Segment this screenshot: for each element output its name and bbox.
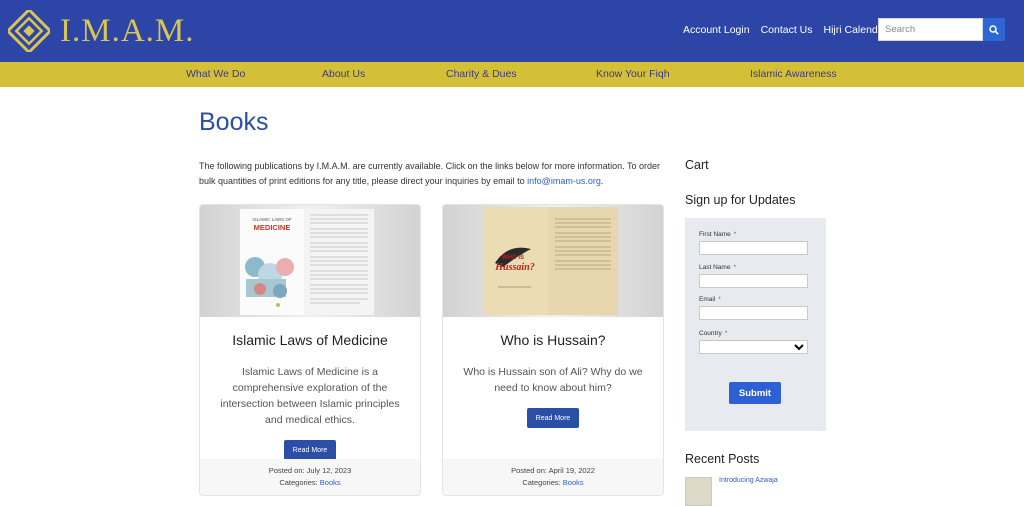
recent-post-link[interactable]: Introducing Azwaja	[719, 477, 778, 484]
book-mockup: WHO IS Hussain?	[443, 205, 663, 317]
required-mark: *	[733, 231, 737, 238]
book-card: ISLAMIC LAWS OF MEDICINE Islamic Laws of…	[199, 204, 421, 496]
main-nav: What We Do About Us Charity & Dues Know …	[0, 62, 1024, 87]
first-name-field[interactable]	[699, 241, 808, 255]
search-input[interactable]	[878, 18, 983, 41]
required-mark: *	[718, 296, 721, 303]
submit-button[interactable]: Submit	[729, 382, 781, 404]
email-label-text: Email	[699, 296, 716, 303]
book-title[interactable]: Islamic Laws of Medicine	[200, 332, 420, 348]
cart-heading[interactable]: Cart	[685, 158, 709, 172]
logo-icon	[8, 10, 50, 52]
read-more-button[interactable]: Read More	[284, 440, 336, 460]
nav-islamic-awareness[interactable]: Islamic Awareness	[750, 68, 837, 80]
category-link[interactable]: Books	[320, 478, 341, 487]
contact-us-link[interactable]: Contact Us	[761, 24, 813, 36]
book-description: Who is Hussain son of Ali? Why do we nee…	[463, 366, 643, 394]
nav-know-your-fiqh[interactable]: Know Your Fiqh	[596, 68, 670, 80]
first-name-label-text: First Name	[699, 231, 731, 238]
intro-end: .	[600, 175, 604, 186]
category-link[interactable]: Books	[563, 478, 584, 487]
cover-subtitle: ISLAMIC LAWS OF	[252, 217, 292, 222]
posted-date: Posted on: July 12, 2023	[268, 466, 352, 475]
required-mark: *	[733, 264, 736, 271]
last-name-label-text: Last Name	[699, 264, 731, 271]
email-field[interactable]	[699, 306, 808, 320]
posted-date: Posted on: April 19, 2022	[511, 466, 595, 475]
book-meta: Posted on: April 19, 2022 Categories: Bo…	[443, 459, 663, 495]
categories: Categories: Books	[443, 477, 663, 489]
search-bar	[878, 18, 1005, 41]
book-cover-image[interactable]: WHO IS Hussain?	[443, 205, 663, 317]
search-icon	[989, 24, 999, 35]
cover-title: Hussain?	[494, 262, 534, 273]
categories-label: Categories:	[279, 478, 320, 487]
email-link[interactable]: info@imam-us.org	[527, 176, 601, 186]
first-name-label: First Name *	[699, 231, 736, 238]
book-card: WHO IS Hussain? Who is Hussain? Who is H…	[442, 204, 664, 496]
read-more-button[interactable]: Read More	[527, 408, 579, 428]
logo-text: I.M.A.M.	[60, 12, 195, 49]
signup-heading: Sign up for Updates	[685, 193, 796, 207]
cover-title: MEDICINE	[254, 223, 291, 232]
account-login-link[interactable]: Account Login	[683, 24, 750, 36]
book-mockup: ISLAMIC LAWS OF MEDICINE	[200, 205, 420, 317]
categories: Categories: Books	[200, 477, 420, 489]
intro-text: The following publications by I.M.A.M. a…	[199, 159, 669, 188]
categories-label: Categories:	[522, 478, 563, 487]
book-title[interactable]: Who is Hussain?	[443, 332, 663, 348]
signup-form: First Name * Last Name * Email * Country * S…	[685, 218, 826, 431]
country-label-text: Country	[699, 330, 722, 337]
last-name-field[interactable]	[699, 274, 808, 288]
page-title: Books	[199, 108, 269, 136]
book-cover-image[interactable]: ISLAMIC LAWS OF MEDICINE	[200, 205, 420, 317]
last-name-label: Last Name *	[699, 264, 736, 271]
recent-posts-heading: Recent Posts	[685, 452, 760, 466]
country-select[interactable]	[699, 340, 808, 354]
required-mark: *	[724, 330, 728, 337]
recent-post-thumbnail[interactable]	[685, 477, 712, 506]
nav-about-us[interactable]: About Us	[322, 68, 365, 80]
site-logo[interactable]: I.M.A.M.	[8, 10, 195, 52]
email-label: Email *	[699, 296, 721, 303]
nav-what-we-do[interactable]: What We Do	[186, 68, 245, 80]
cover-subtitle: WHO IS	[502, 255, 524, 261]
country-label: Country *	[699, 330, 727, 337]
book-description: Islamic Laws of Medicine is a comprehens…	[220, 366, 400, 426]
book-meta: Posted on: July 12, 2023 Categories: Boo…	[200, 459, 420, 495]
header-bar: I.M.A.M. Account Login Contact Us Hijri …	[0, 0, 1024, 62]
nav-charity-dues[interactable]: Charity & Dues	[446, 68, 517, 80]
top-links: Account Login Contact Us Hijri Calendar	[683, 24, 898, 36]
search-button[interactable]	[983, 18, 1005, 41]
